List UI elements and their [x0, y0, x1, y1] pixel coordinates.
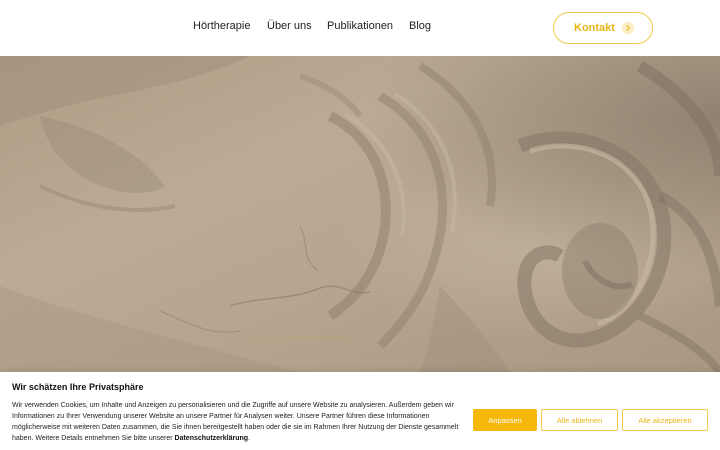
nav-item-blog[interactable]: Blog: [409, 20, 431, 32]
site-header: Hörtherapie Über uns Publikationen Blog …: [0, 0, 720, 56]
chevron-right-icon: [622, 22, 634, 34]
cookie-banner-text: Wir verwenden Cookies, um Inhalte und An…: [12, 402, 459, 442]
cookie-adjust-button[interactable]: Anpassen: [473, 409, 537, 431]
privacy-policy-link[interactable]: Datenschutzerklärung: [175, 435, 249, 442]
cookie-reject-all-button[interactable]: Alle ablehnen: [541, 409, 618, 431]
nav-item-hoertherapie[interactable]: Hörtherapie: [193, 20, 250, 32]
nav-item-ueber-uns[interactable]: Über uns: [267, 20, 312, 32]
cookie-accept-all-button[interactable]: Alle akzeptieren: [622, 409, 708, 431]
contact-button-label: Kontakt: [574, 22, 615, 34]
nav-item-publikationen[interactable]: Publikationen: [327, 20, 393, 32]
contact-button[interactable]: Kontakt: [553, 12, 653, 44]
hero-image: [0, 56, 720, 372]
cookie-banner-title: Wir schätzen Ihre Privatsphäre: [12, 382, 144, 392]
cookie-banner: Wir schätzen Ihre Privatsphäre Wir verwe…: [0, 372, 720, 450]
